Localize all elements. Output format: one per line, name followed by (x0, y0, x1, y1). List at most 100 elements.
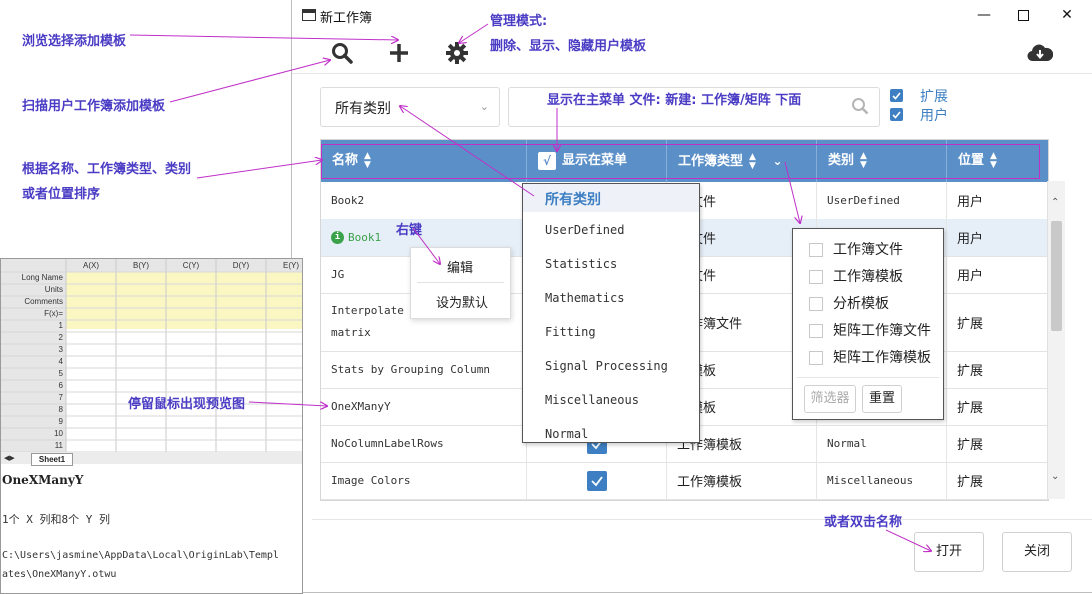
preview-label-row: Long Name (21, 273, 63, 282)
header-highlight (321, 144, 1040, 179)
row-name[interactable]: Image Colors (321, 462, 527, 499)
show-in-menu-checkbox[interactable] (587, 470, 607, 491)
filter-checkbox[interactable] (809, 297, 823, 311)
filter-divider (797, 377, 939, 378)
row-location-text: 用户 (957, 195, 984, 210)
row-category-text: UserDefined (827, 194, 900, 207)
footer-divider (312, 519, 1092, 520)
type-filter-option[interactable]: 工作簿模板 (809, 266, 903, 286)
category-popup: 所有类别 UserDefined Statistics Mathematics … (522, 183, 700, 443)
type-filter-option[interactable]: 工作簿文件 (809, 239, 903, 259)
row-workbook-type: 工作簿模板 (667, 462, 817, 499)
row-name-text: NoColumnLabelRows (331, 437, 444, 450)
annotation-right-click: 右键 (396, 223, 423, 238)
extension-checkbox[interactable] (890, 89, 903, 102)
extension-checkbox-label: 扩展 (920, 89, 948, 105)
category-item[interactable]: Fitting (545, 325, 596, 339)
apply-filter-button[interactable]: 筛选器 (804, 385, 856, 413)
user-checkbox[interactable] (890, 108, 903, 121)
preview-column-header: A(X) (83, 261, 99, 270)
preview-description: 1个 X 列和8个 Y 列 (2, 513, 110, 526)
search-field-icon (851, 97, 869, 119)
row-type-text: 工作簿模板 (677, 475, 743, 490)
annotation-manage-desc: 删除、显示、隐藏用户模板 (490, 39, 647, 54)
category-item[interactable]: Miscellaneous (545, 393, 639, 407)
preview-row-number: 10 (54, 429, 63, 438)
row-name[interactable]: NoColumnLabelRows (321, 425, 527, 462)
row-location-text: 扩展 (957, 475, 984, 490)
search-icon[interactable] (325, 36, 359, 70)
template-preview: A(X) B(Y) C(Y) D(Y) E(Y) Long Name Units Comme… (0, 258, 303, 594)
row-location: 扩展 (947, 388, 1048, 425)
type-filter-option[interactable]: 分析模板 (809, 293, 889, 313)
row-category-text: Miscellaneous (827, 474, 914, 487)
scroll-down-icon[interactable]: ⌄ (1051, 471, 1059, 482)
preview-row-number: 6 (58, 381, 63, 390)
row-location-text: 用户 (957, 232, 984, 247)
preview-row-number: 3 (58, 345, 63, 354)
filter-checkbox[interactable] (809, 351, 823, 365)
row-name[interactable]: Stats by Grouping Column (321, 351, 527, 388)
reset-filter-button[interactable]: 重置 (862, 385, 902, 413)
maximize-button[interactable] (1003, 4, 1043, 26)
preview-row-number: 4 (58, 357, 63, 366)
context-menu-divider (417, 282, 504, 283)
category-item-all[interactable]: 所有类别 (545, 189, 601, 209)
category-item[interactable]: Statistics (545, 257, 617, 271)
row-name-text: Stats by Grouping Column (331, 363, 490, 376)
annotation-double-click: 或者双击名称 (824, 515, 903, 530)
preview-path-line2: ates\OneXManyY.otwu (2, 569, 117, 580)
row-name-text: Image Colors (331, 474, 411, 487)
filter-checkbox[interactable] (809, 324, 823, 338)
table-scrollbar[interactable]: ⌃ ⌄ (1047, 181, 1065, 499)
row-location: 扩展 (947, 462, 1048, 499)
category-item[interactable]: Signal Processing (545, 359, 668, 373)
row-location-text: 扩展 (957, 364, 984, 379)
table-row[interactable]: Image Colors 工作簿模板 Miscellaneous 扩展 (321, 462, 1048, 500)
category-item[interactable]: UserDefined (545, 223, 624, 237)
type-filter-option[interactable]: 矩阵工作簿模板 (809, 347, 931, 367)
preview-label-row: Units (44, 285, 63, 294)
row-category-text: Normal (827, 437, 867, 450)
filter-checkbox[interactable] (809, 270, 823, 284)
open-button[interactable]: 打开 (914, 532, 984, 572)
row-location-text: 扩展 (957, 438, 984, 453)
preview-label-row: F(x)= (44, 309, 63, 318)
chevron-down-icon: ⌄ (479, 100, 489, 113)
cloud-download-icon[interactable] (1023, 36, 1057, 70)
context-menu-set-default[interactable]: 设为默认 (436, 292, 488, 311)
row-show-in-menu (527, 462, 667, 499)
filter-checkbox[interactable] (809, 243, 823, 257)
user-checkbox-label: 用户 (920, 108, 948, 124)
row-name-text: Interpolate m (331, 304, 418, 317)
window-icon (302, 9, 316, 21)
gear-icon[interactable] (440, 36, 474, 70)
category-item[interactable]: Normal (545, 427, 588, 441)
minimize-button[interactable]: — (964, 4, 1004, 26)
info-icon: i (331, 231, 344, 244)
annotation-show-in-menu: 显示在主菜单 文件: 新建: 工作簿/矩阵 下面 (547, 93, 802, 108)
preview-column-header: E(Y) (283, 261, 299, 270)
preview-row-number: 8 (58, 405, 63, 414)
scroll-up-icon[interactable]: ⌃ (1051, 197, 1059, 208)
close-window-button[interactable]: ✕ (1047, 4, 1087, 26)
worksheet-preview: A(X) B(Y) C(Y) D(Y) E(Y) Long Name Units Comme… (1, 259, 302, 466)
category-item[interactable]: Mathematics (545, 291, 624, 305)
annotation-manage-title: 管理模式: (490, 14, 548, 29)
row-name[interactable]: Book2 (321, 182, 527, 219)
annotation-sort-line2: 或者位置排序 (22, 187, 101, 202)
row-name-text: Book1 (348, 231, 382, 244)
row-name[interactable]: OneXManyY (321, 388, 527, 425)
category-dropdown[interactable]: 所有类别 ⌄ (320, 87, 500, 127)
preview-row-number: 2 (58, 333, 63, 342)
window-title: 新工作簿 (320, 11, 373, 26)
close-button[interactable]: 关闭 (1002, 532, 1072, 572)
scrollbar-thumb[interactable] (1051, 221, 1062, 331)
plus-icon[interactable] (382, 36, 416, 70)
row-name-text: JG (331, 268, 345, 281)
preview-row-number: 9 (58, 417, 63, 426)
toolbar-divider (292, 73, 1092, 74)
context-menu-edit[interactable]: 编辑 (447, 257, 473, 276)
preview-column-header: C(Y) (182, 261, 200, 270)
type-filter-option[interactable]: 矩阵工作簿文件 (809, 320, 931, 340)
